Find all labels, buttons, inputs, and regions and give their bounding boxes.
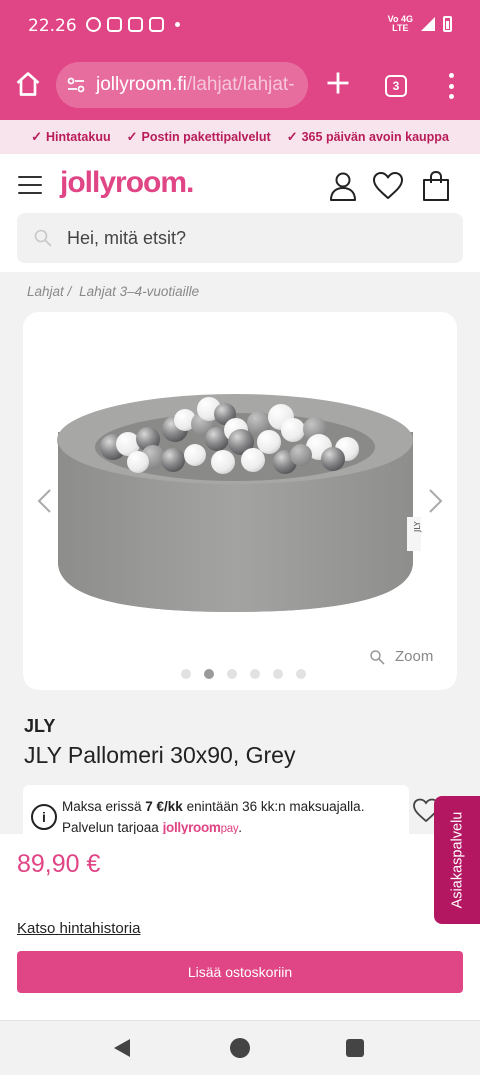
home-icon[interactable] — [14, 70, 42, 98]
status-bar: 22.26 Vo 4G LTE — [0, 0, 480, 52]
zoom-label: Zoom — [395, 648, 434, 665]
usp-item: ✓ 365 päivän avoin kauppa — [286, 129, 449, 144]
zoom-icon — [370, 649, 385, 665]
check-icon: ✓ — [286, 129, 298, 144]
check-icon: ✓ — [31, 129, 42, 144]
product-image[interactable]: JLY — [23, 312, 457, 690]
status-right: Vo 4G LTE — [388, 15, 452, 33]
add-to-cart-button[interactable]: Lisää ostoskoriin — [17, 951, 463, 993]
gallery-dot[interactable] — [250, 669, 260, 679]
jollyroompay-logo: jollyroompay — [162, 820, 239, 835]
home-circle-icon[interactable] — [230, 1038, 250, 1058]
url-path: /lahjat/lahjat- — [186, 74, 295, 95]
gallery-dot[interactable] — [204, 669, 214, 679]
search-icon — [34, 229, 52, 247]
info-icon[interactable]: i — [31, 804, 57, 830]
instagram-icon — [149, 17, 164, 32]
notification-icons — [86, 17, 180, 32]
back-icon[interactable] — [114, 1039, 130, 1057]
site-logo[interactable]: jollyroom. — [60, 166, 194, 200]
account-icon[interactable] — [327, 170, 359, 202]
chevron-left-icon[interactable] — [35, 488, 53, 514]
product-title: JLY Pallomeri 30x90, Grey — [24, 742, 296, 768]
network-indicator: Vo 4G LTE — [387, 14, 413, 33]
url-bar: jollyroom.fi/lahjat/lahjat- 3 — [0, 60, 480, 112]
gallery-dot[interactable] — [273, 669, 283, 679]
breadcrumb-item[interactable]: Lahjat 3–4-vuotiaille — [79, 284, 199, 299]
breadcrumb: Lahjat / Lahjat 3–4-vuotiaille — [27, 284, 203, 299]
installment-provider: Palvelun tarjoaa jollyroompay. — [62, 820, 243, 835]
check-icon: ✓ — [126, 129, 138, 144]
buy-panel: 89,90 € Katso hintahistoria Lisää ostosk… — [0, 834, 480, 1020]
product-price: 89,90 € — [17, 850, 101, 878]
more-icon[interactable] — [443, 73, 459, 99]
price-history-link[interactable]: Katso hintahistoria — [17, 920, 140, 937]
add-to-cart-label: Lisää ostoskoriin — [187, 964, 293, 980]
installment-info: i Maksa erissä 7 €/kk enintään 36 kk:n m… — [23, 785, 409, 835]
address-field[interactable]: jollyroom.fi/lahjat/lahjat- — [56, 62, 308, 108]
usp-item: ✓ Hintatakuu — [31, 129, 111, 144]
battery-icon — [443, 16, 452, 32]
chevron-right-icon[interactable] — [427, 488, 445, 514]
gallery-dot[interactable] — [296, 669, 306, 679]
tabs-icon[interactable]: 3 — [385, 75, 407, 97]
svg-text:JLY: JLY — [413, 521, 422, 533]
more-notifications-icon — [175, 22, 180, 27]
site-header: jollyroom. Hei, mitä etsit? — [0, 154, 480, 272]
gallery-dot[interactable] — [227, 669, 237, 679]
usp-bar: ✓ Hintatakuu ✓ Postin pakettipalvelut ✓ 365… — [0, 120, 480, 154]
plus-icon[interactable] — [324, 69, 352, 97]
tune-icon[interactable] — [66, 75, 86, 95]
browser-chrome: 22.26 Vo 4G LTE jollyroom.fi /lahjat/lah… — [0, 0, 480, 120]
gallery-dot[interactable] — [181, 669, 191, 679]
breadcrumb-item[interactable]: Lahjat / — [27, 284, 71, 299]
bag-icon[interactable] — [420, 170, 452, 202]
url-domain: jollyroom.fi — [96, 74, 187, 95]
installment-text: Maksa erissä 7 €/kk enintään 36 kk:n mak… — [62, 799, 365, 814]
heart-icon[interactable] — [372, 170, 404, 202]
search-input[interactable]: Hei, mitä etsit? — [17, 213, 463, 263]
recents-icon[interactable] — [346, 1039, 364, 1057]
menu-icon[interactable] — [18, 176, 42, 194]
signal-icon — [421, 17, 435, 31]
status-time: 22.26 — [28, 16, 77, 36]
product-gallery[interactable]: JLY Zoom — [23, 312, 457, 690]
usp-item: ✓ Postin pakettipalvelut — [126, 129, 271, 144]
customer-service-label: Asiakaspalvelu — [449, 811, 466, 909]
search-placeholder: Hei, mitä etsit? — [67, 227, 187, 248]
zoom-button[interactable]: Zoom — [369, 648, 433, 665]
product-brand[interactable]: JLY — [24, 716, 55, 737]
chat-icon — [86, 17, 101, 32]
system-nav-bar — [0, 1020, 480, 1075]
customer-service-tab[interactable]: Asiakaspalvelu — [434, 796, 480, 924]
gallery-dots — [181, 669, 306, 679]
instagram-icon — [107, 17, 122, 32]
instagram-icon — [128, 17, 143, 32]
tab-count: 3 — [392, 79, 400, 93]
